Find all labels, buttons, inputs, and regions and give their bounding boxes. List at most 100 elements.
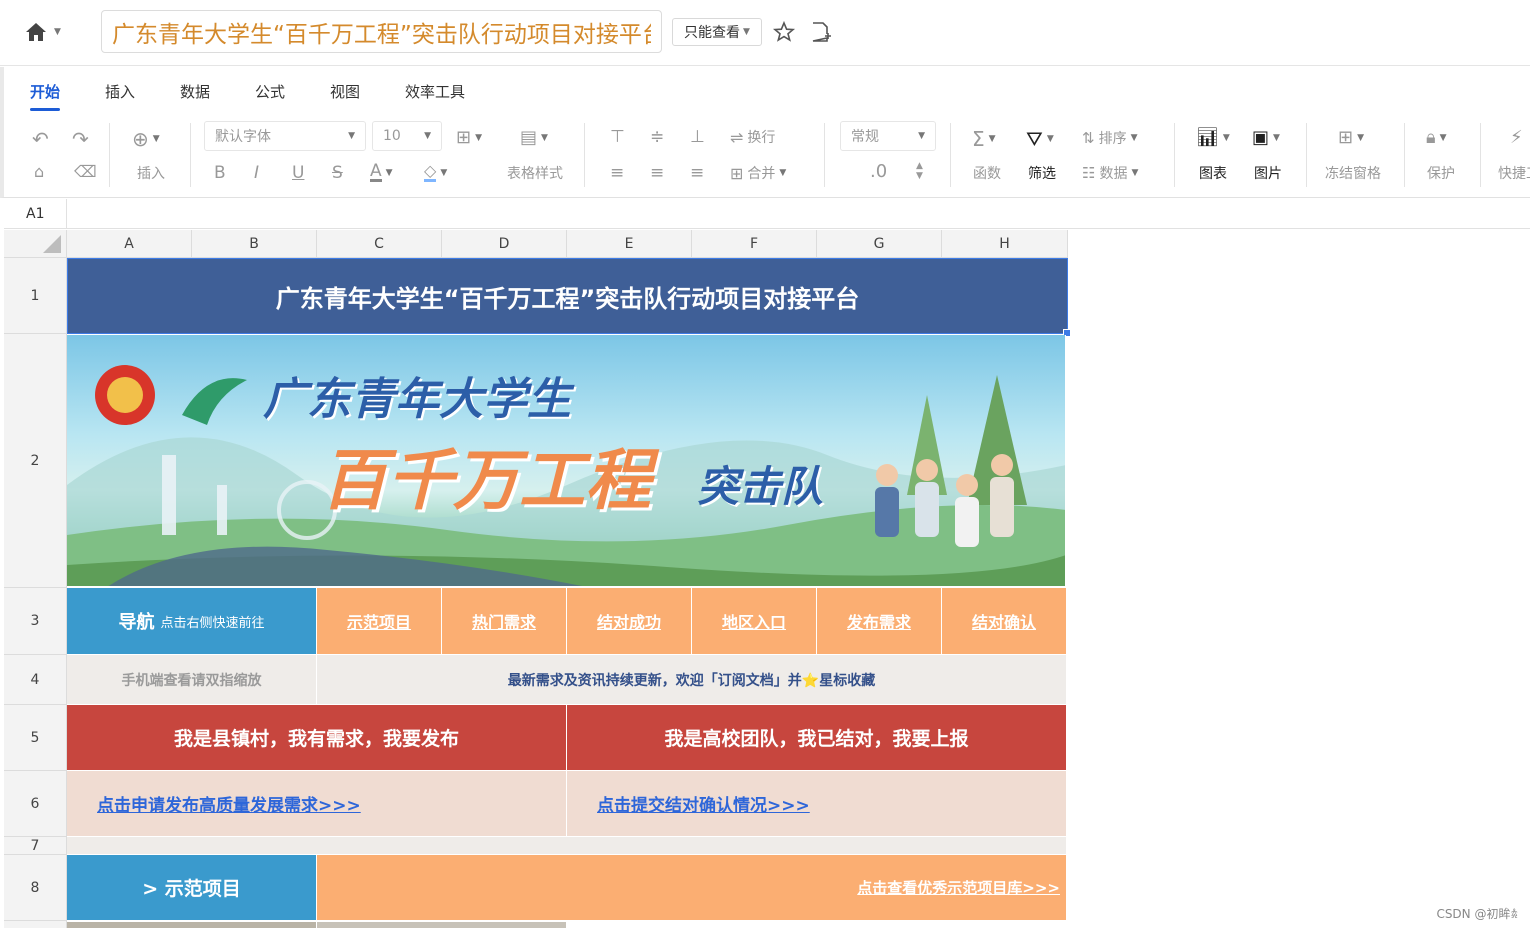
format-painter-icon[interactable]: ⌂ [34, 162, 44, 181]
insert-button[interactable]: 插入 [137, 163, 165, 183]
cell-reference-box[interactable]: A1 [4, 199, 67, 229]
column-header[interactable]: B [192, 230, 317, 258]
font-select[interactable]: 默认字体 ▼ [204, 121, 366, 151]
image-button[interactable]: 图片 [1254, 163, 1282, 183]
column-header[interactable]: H [942, 230, 1068, 258]
wrap-label: 换行 [747, 130, 776, 146]
quick-icon[interactable]: ⚡︎ [1510, 127, 1523, 148]
quick-button[interactable]: 快捷工 [1498, 163, 1530, 183]
column-header[interactable]: F [692, 230, 817, 258]
tab-insert[interactable]: 插入 [105, 81, 135, 102]
merge-label: 合并 [747, 166, 776, 182]
column-header[interactable]: E [567, 230, 692, 258]
row-header[interactable]: 4 [4, 655, 67, 705]
chart-icon[interactable]: 📊︎ ▼ [1196, 127, 1230, 148]
merge-button[interactable]: ⊞ 合并 ▼ [730, 163, 786, 183]
font-value: 默认字体 [215, 129, 271, 145]
bold-icon[interactable]: B [214, 163, 226, 183]
nav-link-paired[interactable]: 结对成功 [567, 588, 692, 655]
title-bar: ▼ 广东青年大学生“百千万工程”突击队行动项目对接平台 只能查看 ▼ [0, 0, 1530, 66]
merge-icon: ⊞ [730, 163, 744, 183]
chart-button[interactable]: 图表 [1199, 163, 1227, 183]
banner-image: 广东青年大学生 百千万工程 突击队 [67, 335, 1066, 587]
nav-link-publish[interactable]: 发布需求 [817, 588, 942, 655]
document-title-input[interactable]: 广东青年大学生“百千万工程”突击队行动项目对接平台 [101, 10, 662, 53]
demo-library-link[interactable]: 点击查看优秀示范项目库>>> [857, 877, 1060, 898]
column-header[interactable]: G [817, 230, 942, 258]
permission-dropdown[interactable]: 只能查看 ▼ [672, 18, 762, 46]
eraser-icon[interactable]: ⌫ [74, 162, 97, 181]
font-size-select[interactable]: 10 ▼ [372, 121, 442, 151]
tab-home[interactable]: 开始 [30, 81, 61, 111]
publish-demand-link[interactable]: 点击申请发布高质量发展需求>>> [97, 791, 361, 816]
number-format-select[interactable]: 常规 ▼ [840, 121, 936, 151]
sort-icon: ⇅ [1082, 129, 1095, 147]
number-format-value: 常规 [851, 129, 879, 145]
nav-link-confirm[interactable]: 结对确认 [942, 588, 1067, 655]
tab-efficiency-tools[interactable]: 效率工具 [405, 81, 465, 102]
row-header[interactable]: 3 [4, 588, 67, 655]
chevron-down-icon: ▼ [54, 27, 61, 37]
align-middle-icon[interactable]: ≑ [650, 127, 664, 147]
protect-button[interactable]: 保护 [1427, 163, 1455, 183]
tab-data[interactable]: 数据 [180, 81, 210, 102]
nav-link-hot-demands[interactable]: 热门需求 [442, 588, 567, 655]
column-header[interactable]: A [67, 230, 192, 258]
toolbar: ↶ ↷ ⌂ ⌫ ⊕ ▼ 插入 默认字体 ▼ 10 ▼ ⊞ ▼ B I U S A ▼… [0, 115, 1530, 198]
nav-title: 导航 [118, 612, 155, 633]
align-top-icon[interactable]: ⊤ [610, 127, 625, 147]
sort-button[interactable]: ⇅ 排序 ▼ [1082, 128, 1138, 148]
nav-link-region[interactable]: 地区入口 [692, 588, 817, 655]
font-size-value: 10 [383, 128, 401, 144]
decimal-stepper-icon[interactable]: ▲ ▼ [916, 161, 923, 181]
column-header[interactable]: C [317, 230, 442, 258]
tab-formula[interactable]: 公式 [255, 81, 285, 102]
image-icon[interactable]: ▣ ▼ [1252, 127, 1280, 148]
insert-icon[interactable]: ⊕ ▼ [132, 127, 160, 151]
submit-confirm-link[interactable]: 点击提交结对确认情况>>> [597, 791, 810, 816]
strikethrough-icon[interactable]: S [332, 163, 343, 183]
align-left-icon[interactable]: ≡ [610, 163, 624, 183]
table-style-icon[interactable]: ▤ ▼ [520, 127, 548, 148]
font-color-icon[interactable]: A ▼ [370, 163, 393, 182]
column-header[interactable]: D [442, 230, 567, 258]
ribbon-tabs: 开始 插入 数据 公式 视图 效率工具 [0, 67, 1530, 115]
italic-icon[interactable]: I [254, 163, 259, 183]
row-header[interactable]: 6 [4, 771, 67, 837]
tab-view[interactable]: 视图 [330, 81, 360, 102]
border-icon[interactable]: ⊞ ▼ [456, 127, 482, 148]
title-cell[interactable]: 广东青年大学生“百千万工程”突击队行动项目对接平台 [67, 258, 1068, 334]
row9-image-strip [317, 922, 567, 928]
star-icon[interactable] [772, 20, 796, 44]
home-button[interactable]: ▼ [24, 18, 72, 46]
nav-cell: 导航 点击右侧快速前往 [67, 588, 317, 655]
row-header[interactable]: 5 [4, 705, 67, 771]
sum-icon[interactable]: Σ ▼ [972, 127, 996, 151]
freeze-panes-button[interactable]: 冻结窗格 [1325, 163, 1381, 183]
row-header[interactable]: 2 [4, 334, 67, 588]
filter-button[interactable]: 筛选 [1028, 163, 1056, 183]
filter-icon[interactable]: ⛛ ▼ [1026, 127, 1054, 151]
add-note-icon[interactable] [808, 20, 832, 44]
row-header[interactable] [4, 921, 67, 928]
row-header[interactable]: 1 [4, 258, 67, 334]
wrap-text-button[interactable]: ⇌ 换行 [730, 127, 775, 147]
lock-icon[interactable]: 🔒︎ ▼ [1426, 127, 1447, 148]
select-all-corner[interactable] [4, 230, 67, 258]
fill-color-icon[interactable]: ◇ ▼ [424, 163, 447, 182]
decimal-button[interactable]: .0 [870, 161, 887, 182]
nav-link-demo-projects[interactable]: 示范项目 [317, 588, 442, 655]
row-header[interactable]: 7 [4, 837, 67, 855]
redo-icon[interactable]: ↷ [72, 127, 89, 151]
freeze-icon[interactable]: ⊞ ▼ [1338, 127, 1364, 148]
function-button[interactable]: 函数 [973, 163, 1001, 183]
table-style-button[interactable]: 表格样式 [507, 163, 563, 183]
data-button[interactable]: ☷ 数据 ▼ [1082, 163, 1138, 183]
spacer-row [67, 837, 1067, 855]
undo-icon[interactable]: ↶ [32, 127, 49, 151]
align-right-icon[interactable]: ≡ [690, 163, 704, 183]
align-center-icon[interactable]: ≡ [650, 163, 664, 183]
align-bottom-icon[interactable]: ⊥ [690, 127, 705, 147]
underline-icon[interactable]: U [292, 163, 304, 183]
row-header[interactable]: 8 [4, 855, 67, 921]
